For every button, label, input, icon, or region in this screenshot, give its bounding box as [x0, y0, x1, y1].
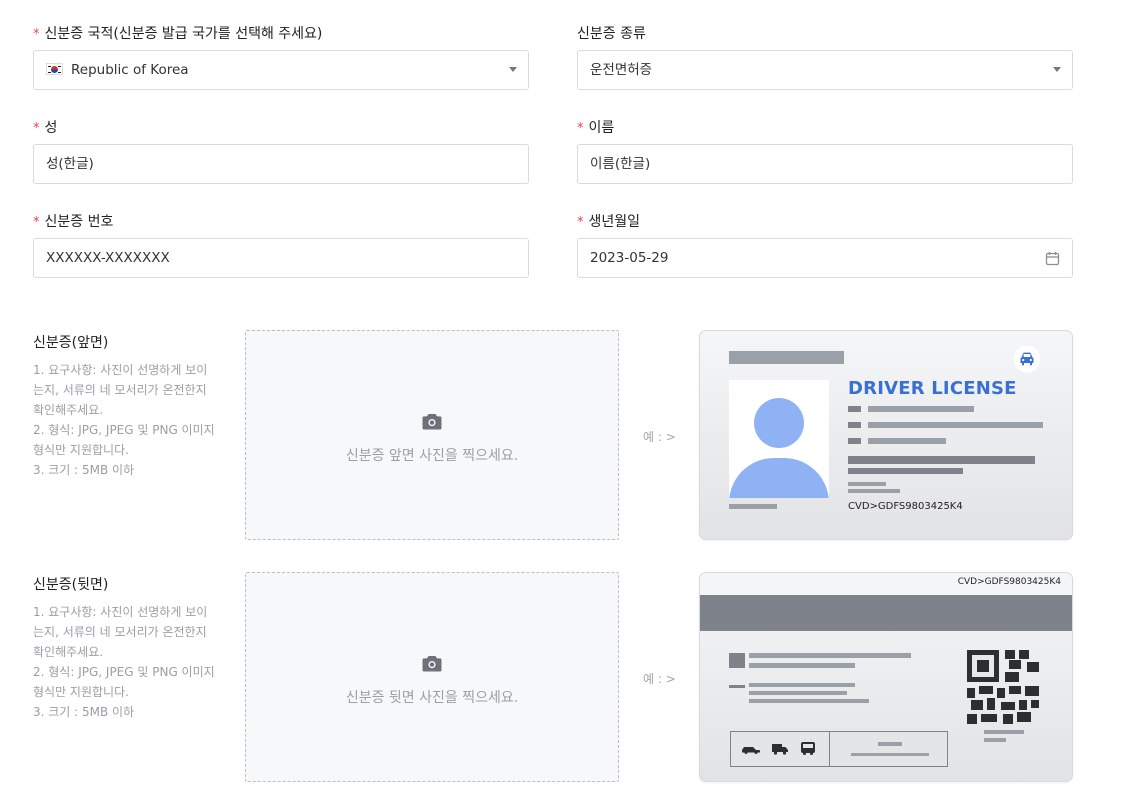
id-number-value: XXXXXX-XXXXXXX [46, 250, 170, 266]
birthdate-label: * 생년월일 [577, 212, 1073, 232]
front-title: 신분증(앞면) [33, 335, 109, 351]
card-line [984, 738, 1006, 742]
birthdate-field: * 생년월일 2023-05-29 [577, 212, 1073, 278]
vehicle-class-box [730, 731, 948, 767]
last-name-label: * 성 [33, 118, 529, 138]
car-icon [742, 747, 760, 754]
id-number-label: * 신분증 번호 [33, 212, 529, 232]
nationality-value: Republic of Korea [71, 62, 189, 78]
first-name-placeholder: 이름(한글) [590, 156, 651, 172]
card-header-bar [729, 351, 844, 364]
required-mark: * [577, 121, 584, 136]
card-line [984, 730, 1024, 734]
avatar-head [754, 398, 804, 448]
bus-icon [801, 742, 815, 755]
birthdate-value: 2023-05-29 [590, 250, 669, 266]
first-name-input[interactable]: 이름(한글) [577, 144, 1073, 184]
required-mark: * [577, 215, 584, 230]
nationality-label-text: 신분증 국적(신분증 발급 국가를 선택해 주세요) [44, 26, 323, 42]
card-line [848, 482, 886, 486]
card-line [848, 422, 861, 428]
korea-flag-icon [46, 63, 63, 75]
card-line [848, 468, 963, 474]
card-line [749, 691, 847, 695]
required-mark: * [33, 27, 40, 42]
back-card-code: CVD>GDFS9803425K4 [957, 577, 1061, 587]
card-line [848, 489, 900, 493]
first-name-label-text: 이름 [588, 120, 615, 136]
truck-icon [772, 744, 788, 755]
camera-icon [422, 414, 442, 430]
back-upload-dropzone[interactable]: 신분증 뒷면 사진을 찍으세요. [245, 572, 619, 782]
card-line [868, 406, 974, 412]
back-title: 신분증(뒷면) [33, 577, 109, 593]
card-line [848, 406, 861, 412]
back-requirements: 1. 요구사항: 사진이 선명하게 보이 는지, 서류의 네 모서리가 온전한지… [33, 605, 215, 719]
id-number-field: * 신분증 번호 XXXXXX-XXXXXXX [33, 212, 529, 278]
card-code: CVD>GDFS9803425K4 [848, 501, 963, 512]
front-upload-section: 신분증(앞면) 1. 요구사항: 사진이 선명하게 보이 는지, 서류의 네 모… [0, 330, 1127, 542]
first-name-label: * 이름 [577, 118, 1073, 138]
nationality-select[interactable]: Republic of Korea [33, 50, 529, 90]
chevron-down-icon [1053, 67, 1061, 72]
back-upload-section: 신분증(뒷면) 1. 요구사항: 사진이 선명하게 보이 는지, 서류의 네 모… [0, 572, 1127, 784]
front-example-label: 예 : > [643, 430, 676, 444]
last-name-input[interactable]: 성(한글) [33, 144, 529, 184]
last-name-placeholder: 성(한글) [46, 156, 94, 172]
card-line [848, 438, 861, 444]
card-photo [729, 380, 829, 498]
card-line [749, 653, 911, 658]
required-mark: * [33, 121, 40, 136]
back-example-label: 예 : > [643, 672, 676, 686]
card-line [749, 683, 855, 687]
magnetic-stripe [700, 595, 1072, 631]
front-requirements: 1. 요구사항: 사진이 선명하게 보이 는지, 서류의 네 모서리가 온전한지… [33, 363, 215, 477]
card-line [868, 422, 1043, 428]
calendar-icon[interactable] [1045, 251, 1060, 266]
back-license-sample: CVD>GDFS9803425K4 [699, 572, 1073, 782]
chevron-down-icon [509, 67, 517, 72]
card-line [868, 438, 946, 444]
card-line [749, 663, 855, 668]
id-type-select[interactable]: 운전면허증 [577, 50, 1073, 90]
birthdate-input[interactable]: 2023-05-29 [577, 238, 1073, 278]
front-upload-dropzone[interactable]: 신분증 앞면 사진을 찍으세요. [245, 330, 619, 540]
car-icon [1013, 345, 1041, 373]
card-line [848, 456, 1035, 464]
front-upload-text: 신분증 앞면 사진을 찍으세요. [345, 448, 519, 464]
card-line [749, 699, 869, 703]
card-line [878, 742, 902, 746]
qr-code-icon [967, 650, 1039, 724]
required-mark: * [33, 215, 40, 230]
id-type-value: 운전면허증 [590, 62, 653, 78]
vehicle-class-divider [829, 732, 830, 766]
id-type-field: 신분증 종류 운전면허증 [577, 24, 1073, 90]
card-photo-caption-bar [729, 504, 777, 509]
id-type-label: 신분증 종류 [577, 26, 646, 42]
id-number-input[interactable]: XXXXXX-XXXXXXX [33, 238, 529, 278]
card-line [729, 685, 745, 688]
id-number-label-text: 신분증 번호 [44, 214, 114, 230]
driver-license-title: DRIVER LICENSE [848, 378, 1017, 399]
first-name-field: * 이름 이름(한글) [577, 118, 1073, 184]
last-name-field: * 성 성(한글) [33, 118, 529, 184]
card-line [851, 753, 929, 756]
nationality-label: * 신분증 국적(신분증 발급 국가를 선택해 주세요) [33, 24, 529, 44]
camera-icon [422, 656, 442, 672]
back-upload-text: 신분증 뒷면 사진을 찍으세요. [345, 690, 519, 706]
nationality-field: * 신분증 국적(신분증 발급 국가를 선택해 주세요) Republic of … [33, 24, 529, 90]
birthdate-label-text: 생년월일 [588, 214, 641, 230]
card-square [729, 653, 745, 668]
avatar-body [729, 458, 829, 498]
last-name-label-text: 성 [44, 120, 58, 136]
front-license-sample: DRIVER LICENSE CVD>GDFS9803425K4 [699, 330, 1073, 540]
